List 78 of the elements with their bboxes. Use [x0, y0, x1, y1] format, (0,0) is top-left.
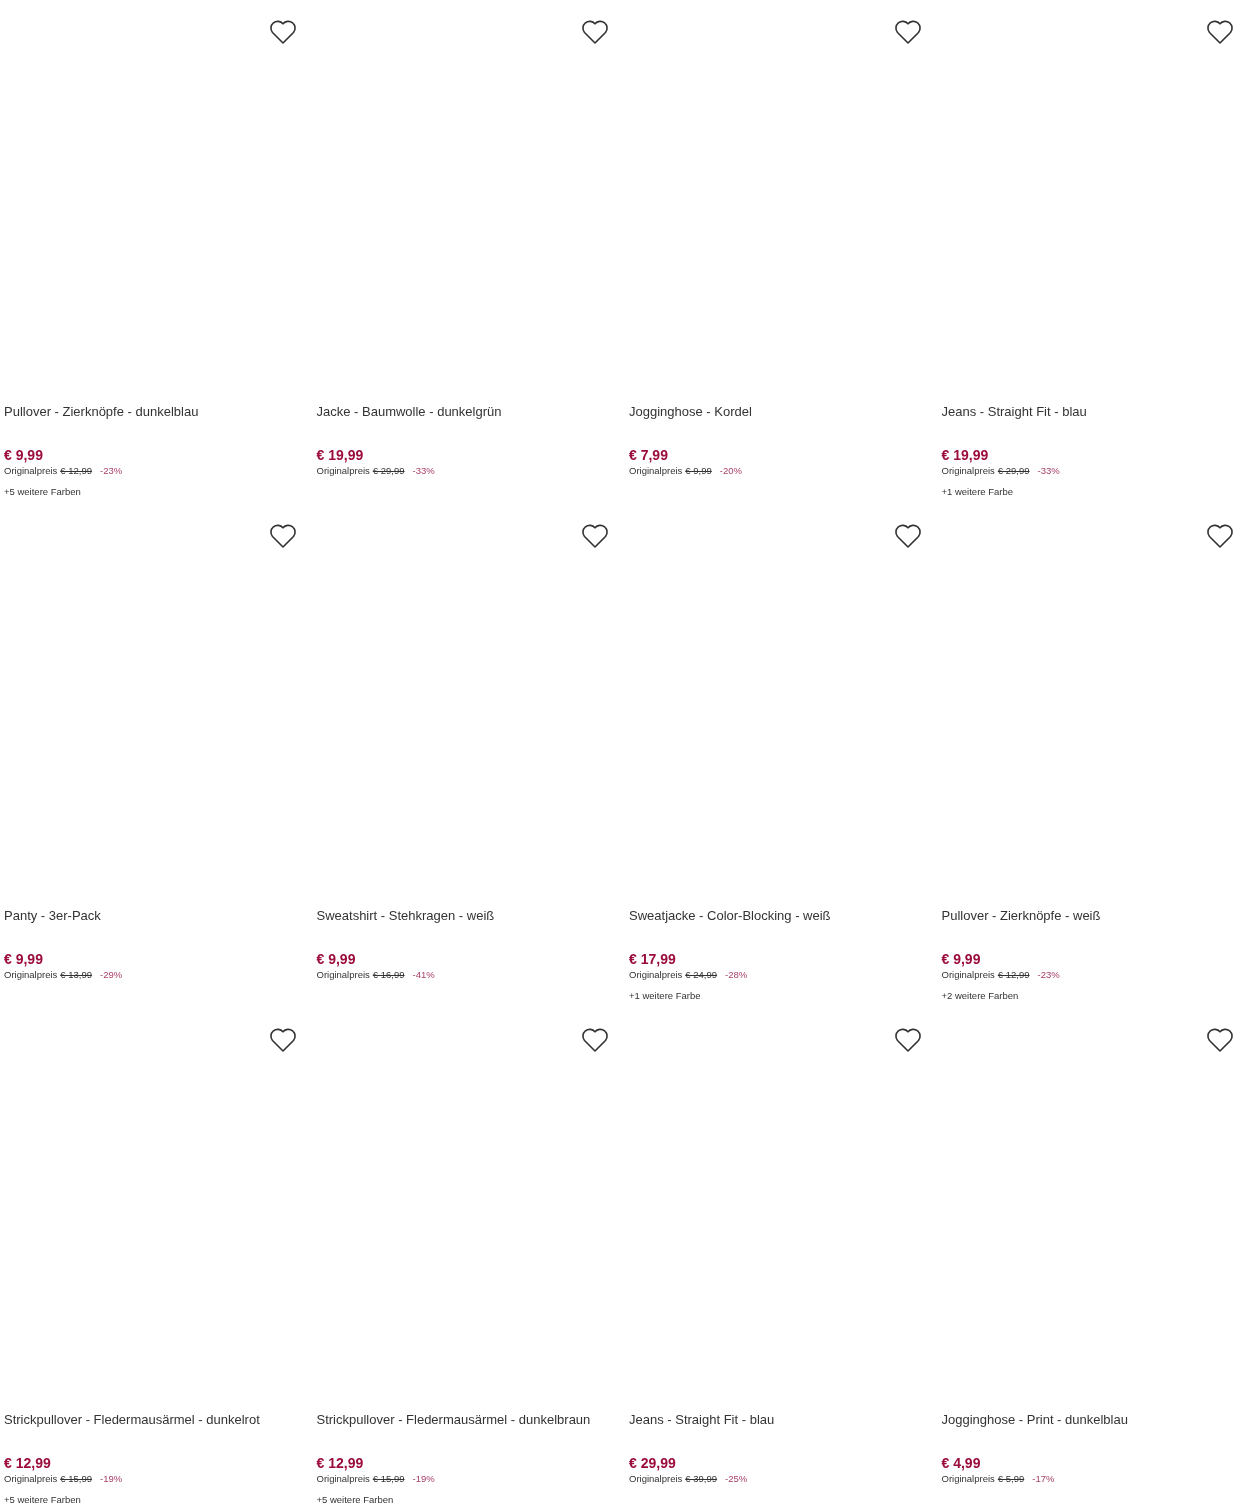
- wishlist-heart-icon[interactable]: [893, 1027, 922, 1053]
- original-price: € 15,99: [372, 1473, 405, 1485]
- more-colors-link[interactable]: +5 weitere Farben: [4, 486, 313, 498]
- product-title[interactable]: Jeans - Straight Fit - blau: [941, 403, 1250, 421]
- wishlist-heart-icon[interactable]: [268, 1027, 297, 1053]
- sale-price: € 17,99: [629, 950, 677, 968]
- original-price-label: Originalpreis: [629, 465, 683, 477]
- more-colors-link[interactable]: +5 weitere Farben: [4, 1494, 313, 1506]
- sale-price: € 9,99: [4, 446, 44, 464]
- discount: -25%: [725, 1473, 748, 1485]
- original-price-label: Originalpreis: [629, 969, 683, 981]
- wishlist-heart-icon[interactable]: [581, 19, 609, 45]
- sale-price: € 9,99: [316, 950, 357, 968]
- discount: -41%: [412, 969, 435, 981]
- wishlist-heart-icon[interactable]: [268, 523, 297, 549]
- discount: -29%: [100, 969, 123, 981]
- product-title[interactable]: Jeans - Straight Fit - blau: [629, 1411, 938, 1429]
- sale-price: € 7,99: [629, 446, 669, 464]
- original-price-label: Originalpreis: [316, 1473, 370, 1485]
- product-title[interactable]: Jacke - Baumwolle - dunkelgrün: [316, 403, 625, 421]
- more-colors-link[interactable]: +2 weitere Farben: [941, 990, 1250, 1002]
- original-price: € 9,99: [685, 465, 712, 477]
- original-price: € 29,99: [372, 465, 405, 477]
- discount: -19%: [100, 1473, 123, 1485]
- wishlist-heart-icon[interactable]: [1206, 19, 1234, 45]
- sale-price: € 29,99: [629, 1454, 677, 1472]
- wishlist-heart-icon[interactable]: [893, 523, 922, 549]
- more-colors-link[interactable]: +5 weitere Farben: [316, 1494, 625, 1506]
- product-title[interactable]: Panty - 3er-Pack: [4, 907, 313, 925]
- sale-price: € 9,99: [4, 950, 44, 968]
- discount: -23%: [100, 465, 123, 477]
- wishlist-heart-icon[interactable]: [581, 1027, 609, 1053]
- discount: -33%: [1037, 465, 1060, 477]
- sale-price: € 19,99: [941, 446, 990, 464]
- product-title[interactable]: Strickpullover - Fledermausärmel - dunkelbraun: [316, 1411, 625, 1429]
- original-price-label: Originalpreis: [941, 1473, 995, 1485]
- more-colors-link[interactable]: +1 weitere Farbe: [629, 990, 938, 1002]
- original-price-label: Originalpreis: [4, 969, 58, 981]
- original-price-label: Originalpreis: [629, 1473, 683, 1485]
- wishlist-heart-icon[interactable]: [1206, 523, 1234, 549]
- wishlist-heart-icon[interactable]: [1206, 1027, 1234, 1053]
- original-price: € 12,99: [60, 465, 93, 477]
- discount: -23%: [1037, 969, 1060, 981]
- original-price: € 39,99: [685, 1473, 718, 1485]
- original-price-label: Originalpreis: [316, 969, 370, 981]
- discount: -19%: [412, 1473, 435, 1485]
- discount: -17%: [1032, 1473, 1055, 1485]
- sale-price: € 4,99: [941, 1454, 982, 1472]
- sale-price: € 19,99: [316, 446, 365, 464]
- product-title[interactable]: Pullover - Zierknöpfe - dunkelblau: [4, 403, 313, 421]
- discount: -28%: [725, 969, 748, 981]
- original-price-label: Originalpreis: [4, 1473, 58, 1485]
- product-title[interactable]: Sweatjacke - Color-Blocking - weiß: [629, 907, 938, 925]
- original-price: € 13,99: [60, 969, 93, 981]
- original-price-label: Originalpreis: [941, 969, 995, 981]
- product-title[interactable]: Strickpullover - Fledermausärmel - dunkelrot: [4, 1411, 313, 1429]
- wishlist-heart-icon[interactable]: [268, 19, 297, 45]
- product-title[interactable]: Pullover - Zierknöpfe - weiß: [941, 907, 1250, 925]
- original-price: € 16,99: [372, 969, 405, 981]
- original-price: € 29,99: [997, 465, 1030, 477]
- discount: -20%: [719, 465, 742, 477]
- original-price: € 5,99: [997, 1473, 1025, 1485]
- wishlist-heart-icon[interactable]: [893, 19, 922, 45]
- discount: -33%: [412, 465, 435, 477]
- original-price-label: Originalpreis: [316, 465, 370, 477]
- original-price: € 24,99: [685, 969, 718, 981]
- original-price-label: Originalpreis: [4, 465, 58, 477]
- sale-price: € 12,99: [316, 1454, 365, 1472]
- wishlist-heart-icon[interactable]: [581, 523, 609, 549]
- sale-price: € 9,99: [941, 950, 982, 968]
- product-title[interactable]: Jogginghose - Print - dunkelblau: [941, 1411, 1250, 1429]
- original-price: € 15,99: [60, 1473, 93, 1485]
- sale-price: € 12,99: [4, 1454, 52, 1472]
- more-colors-link[interactable]: +1 weitere Farbe: [941, 486, 1250, 498]
- product-title[interactable]: Sweatshirt - Stehkragen - weiß: [316, 907, 625, 925]
- product-title[interactable]: Jogginghose - Kordel: [629, 403, 938, 421]
- original-price-label: Originalpreis: [941, 465, 995, 477]
- original-price: € 12,99: [997, 969, 1030, 981]
